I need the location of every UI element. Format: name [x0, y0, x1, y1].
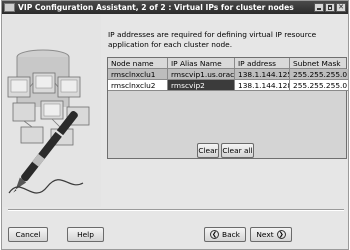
table-header: Node name IP Alias Name IP address Subne… — [108, 58, 346, 69]
minimize-button[interactable] — [314, 3, 324, 12]
cell-ip-address[interactable]: 138.1.144.128 — [235, 80, 290, 91]
vip-configuration-window: VIP Configuration Assistant, 2 of 2 : Vi… — [1, 0, 349, 250]
cancel-button[interactable]: Cancel — [8, 227, 48, 242]
instructions-text: IP addresses are required for defining v… — [108, 30, 317, 49]
clear-all-button[interactable]: Clear all — [221, 143, 254, 158]
close-button[interactable]: ✕ — [336, 3, 346, 12]
window-controls: ✕ — [314, 3, 346, 12]
back-button-label: Back — [222, 230, 240, 239]
cell-subnet-mask[interactable]: 255.255.255.0 — [290, 80, 348, 91]
app-icon — [4, 3, 15, 12]
back-button[interactable]: ❮ Back — [204, 227, 246, 242]
table-row[interactable]: rmsclnxclu2 rmscvip2 138.1.144.128 255.2… — [108, 80, 348, 91]
cell-node-name[interactable]: rmsclnxclu1 — [108, 69, 168, 80]
next-button-label: Next — [256, 230, 274, 239]
column-header-subnet-mask[interactable]: Subnet Mask — [290, 58, 348, 69]
cell-ip-alias-name[interactable]: rmscvip1.us.oracl... — [168, 69, 235, 80]
cell-ip-alias-name-selected[interactable]: rmscvip2 — [168, 80, 235, 91]
title-bar[interactable]: VIP Configuration Assistant, 2 of 2 : Vi… — [2, 1, 348, 14]
table-row[interactable]: rmsclnxclu1 rmscvip1.us.oracl... 138.1.1… — [108, 69, 348, 80]
next-button[interactable]: Next ❯ — [250, 227, 292, 242]
column-header-node-name[interactable]: Node name — [108, 58, 168, 69]
maximize-button[interactable] — [325, 3, 335, 12]
column-header-ip-address[interactable]: IP address — [235, 58, 290, 69]
footer-divider — [8, 209, 344, 211]
clear-button[interactable]: Clear — [197, 143, 219, 158]
window-title: VIP Configuration Assistant, 2 of 2 : Vi… — [18, 3, 294, 12]
cell-subnet-mask[interactable]: 255.255.255.0 — [290, 69, 348, 80]
help-button[interactable]: Help — [67, 227, 104, 242]
chevron-left-icon: ❮ — [210, 230, 220, 239]
decorative-illustration — [3, 15, 101, 207]
cell-node-name[interactable]: rmsclnxclu2 — [108, 80, 168, 91]
cell-ip-address[interactable]: 138.1.144.125 — [235, 69, 290, 80]
chevron-right-icon: ❯ — [276, 230, 286, 239]
column-header-ip-alias-name[interactable]: IP Alias Name — [168, 58, 235, 69]
network-nodes-pen-illustration — [3, 15, 101, 207]
